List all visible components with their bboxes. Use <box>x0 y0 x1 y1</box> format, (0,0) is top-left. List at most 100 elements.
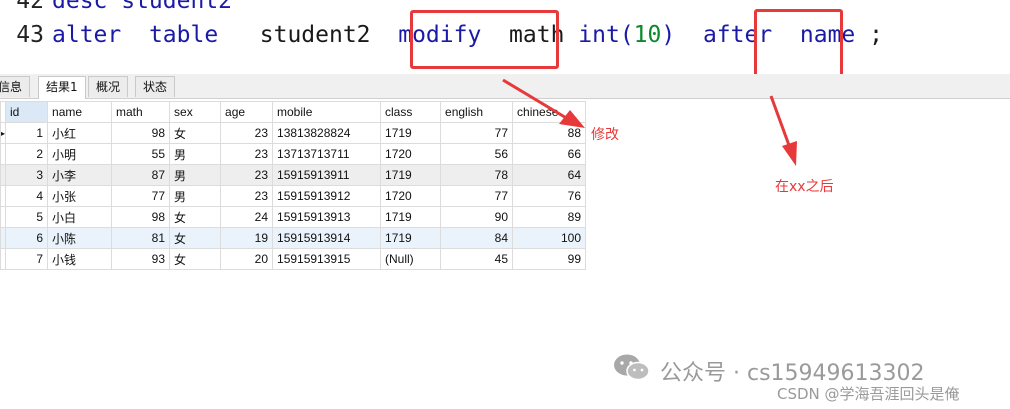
int-length: 10 <box>633 22 662 48</box>
cell-age[interactable]: 20 <box>220 248 274 270</box>
cell-id[interactable]: 1 <box>5 122 49 144</box>
cell-class[interactable]: 1720 <box>380 185 442 207</box>
tab-result1[interactable]: 结果1 <box>38 76 86 99</box>
kw-int: int( <box>578 22 634 48</box>
cell-sex[interactable]: 女 <box>169 227 222 249</box>
table-row[interactable]: 4 小张 77 男 23 15915913912 1720 77 76 <box>0 185 587 207</box>
cell-sex[interactable]: 男 <box>169 143 222 165</box>
code-line-42: 42 desc student2 <box>0 0 232 18</box>
cell-class[interactable]: 1719 <box>380 227 442 249</box>
tab-status[interactable]: 状态 <box>135 76 176 97</box>
cell-english[interactable]: 45 <box>440 248 514 270</box>
table-name: student2 <box>259 22 371 48</box>
cell-name[interactable]: 小白 <box>47 206 113 228</box>
semicolon: ; <box>869 22 883 48</box>
cell-math[interactable]: 98 <box>111 206 171 228</box>
cell-english[interactable]: 56 <box>440 143 514 165</box>
tab-overview[interactable]: 概况 <box>88 76 129 97</box>
wechat-icon <box>612 352 652 382</box>
cell-chinese[interactable]: 88 <box>512 122 587 144</box>
kw-table: table <box>148 22 219 48</box>
cell-class-null[interactable]: (Null) <box>380 248 442 270</box>
line-number: 43 <box>16 22 44 48</box>
cell-math[interactable]: 87 <box>111 164 171 186</box>
cell-sex[interactable]: 女 <box>169 206 222 228</box>
cell-chinese[interactable]: 66 <box>512 143 587 165</box>
cell-math[interactable]: 81 <box>111 227 171 249</box>
paren-close: ) <box>661 22 676 48</box>
cell-class[interactable]: 1719 <box>380 164 442 186</box>
cell-mobile[interactable]: 15915913912 <box>272 185 382 207</box>
cell-chinese[interactable]: 100 <box>512 227 587 249</box>
column-header-name[interactable]: name <box>47 101 113 123</box>
cell-english[interactable]: 90 <box>440 206 514 228</box>
column-header-sex[interactable]: sex <box>169 101 222 123</box>
cell-sex[interactable]: 女 <box>169 248 222 270</box>
cell-name[interactable]: 小李 <box>47 164 113 186</box>
cell-math[interactable]: 77 <box>111 185 171 207</box>
watermark-line2: CSDN @学海吾涯回头是俺 <box>777 385 960 403</box>
table-row[interactable]: ▸ 1 小红 98 女 23 13813828824 1719 77 88 <box>0 122 587 144</box>
cell-chinese[interactable]: 89 <box>512 206 587 228</box>
modify-annotation-label: 修改 <box>591 127 619 143</box>
cell-mobile[interactable]: 13813828824 <box>272 122 382 144</box>
column-header-class[interactable]: class <box>380 101 442 123</box>
cell-math[interactable]: 93 <box>111 248 171 270</box>
cell-name[interactable]: 小明 <box>47 143 113 165</box>
table-row[interactable]: 7 小钱 93 女 20 15915913915 (Null) 45 99 <box>0 248 587 270</box>
cell-age[interactable]: 23 <box>220 143 274 165</box>
cell-age[interactable]: 23 <box>220 185 274 207</box>
cell-english[interactable]: 84 <box>440 227 514 249</box>
code-text: desc student2 <box>52 0 233 14</box>
cell-id[interactable]: 3 <box>5 164 49 186</box>
cell-mobile[interactable]: 13713713711 <box>272 143 382 165</box>
cell-chinese[interactable]: 99 <box>512 248 587 270</box>
cell-age[interactable]: 23 <box>220 122 274 144</box>
cell-math[interactable]: 55 <box>111 143 171 165</box>
cell-mobile[interactable]: 15915913911 <box>272 164 382 186</box>
cell-chinese[interactable]: 64 <box>512 164 587 186</box>
kw-alter: alter <box>52 22 122 48</box>
cell-name[interactable]: 小张 <box>47 185 113 207</box>
cell-mobile[interactable]: 15915913913 <box>272 206 382 228</box>
cell-id[interactable]: 6 <box>5 227 49 249</box>
cell-id[interactable]: 5 <box>5 206 49 228</box>
cell-sex[interactable]: 女 <box>169 122 222 144</box>
cell-id[interactable]: 4 <box>5 185 49 207</box>
cell-math[interactable]: 98 <box>111 122 171 144</box>
cell-sex[interactable]: 男 <box>169 164 222 186</box>
cell-class[interactable]: 1719 <box>380 122 442 144</box>
cell-class[interactable]: 1719 <box>380 206 442 228</box>
cell-name[interactable]: 小红 <box>47 122 113 144</box>
line-number: 42 <box>16 0 44 14</box>
cell-class[interactable]: 1720 <box>380 143 442 165</box>
cell-english[interactable]: 77 <box>440 185 514 207</box>
cell-chinese[interactable]: 76 <box>512 185 587 207</box>
cell-age[interactable]: 24 <box>220 206 274 228</box>
result-grid: id name math sex age mobile class englis… <box>0 101 587 270</box>
cell-name[interactable]: 小钱 <box>47 248 113 270</box>
column-header-chinese[interactable]: chinese <box>512 101 587 123</box>
cell-english[interactable]: 78 <box>440 164 514 186</box>
after-annotation-label: 在xx之后 <box>775 179 834 195</box>
column-header-math[interactable]: math <box>111 101 171 123</box>
tab-info[interactable]: 信息 <box>0 76 31 97</box>
cell-mobile[interactable]: 15915913915 <box>272 248 382 270</box>
cell-mobile[interactable]: 15915913914 <box>272 227 382 249</box>
cell-name[interactable]: 小陈 <box>47 227 113 249</box>
after-arrow-head <box>782 141 797 166</box>
table-row[interactable]: 2 小明 55 男 23 13713713711 1720 56 66 <box>0 143 587 165</box>
cell-english[interactable]: 77 <box>440 122 514 144</box>
cell-age[interactable]: 19 <box>220 227 274 249</box>
table-row[interactable]: 3 小李 87 男 23 15915913911 1719 78 64 <box>0 164 587 186</box>
column-header-english[interactable]: english <box>440 101 514 123</box>
cell-age[interactable]: 23 <box>220 164 274 186</box>
table-row[interactable]: 5 小白 98 女 24 15915913913 1719 90 89 <box>0 206 587 228</box>
cell-sex[interactable]: 男 <box>169 185 222 207</box>
column-header-id[interactable]: id <box>5 101 49 123</box>
column-header-age[interactable]: age <box>220 101 274 123</box>
table-row[interactable]: 6 小陈 81 女 19 15915913914 1719 84 100 <box>0 227 587 249</box>
column-header-mobile[interactable]: mobile <box>272 101 382 123</box>
cell-id[interactable]: 2 <box>5 143 49 165</box>
cell-id[interactable]: 7 <box>5 248 49 270</box>
